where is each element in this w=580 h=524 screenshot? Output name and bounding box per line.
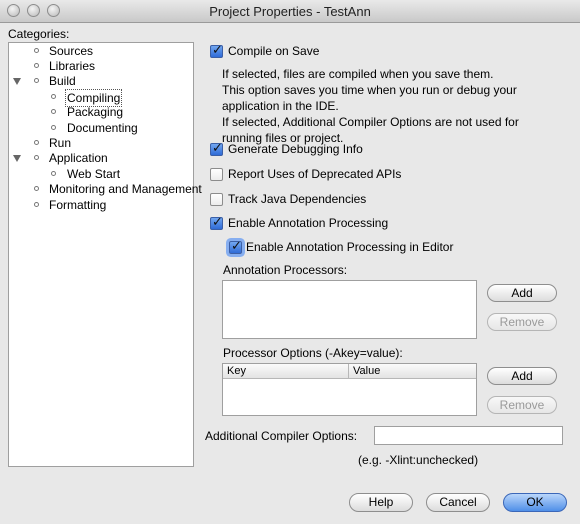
tree-item-label: Web Start — [67, 167, 121, 181]
tree-item-label: Sources — [49, 44, 94, 58]
tree-node-icon — [34, 140, 39, 145]
description-line: This option saves you time when you run … — [222, 83, 517, 97]
tree-item-build[interactable]: Build — [9, 73, 193, 89]
enable-annotation-processing-in-editor-checkbox[interactable]: ✓ — [229, 238, 242, 254]
description-line: If selected, Additional Compiler Options… — [222, 115, 519, 129]
compile-on-save-checkbox[interactable]: ✓ — [210, 42, 223, 58]
enable-annotation-processing-in-editor-label: Enable Annotation Processing in Editor — [246, 240, 454, 254]
report-deprecated-apis-label: Report Uses of Deprecated APIs — [228, 167, 402, 181]
description-line: application in the IDE. — [222, 99, 339, 113]
help-button[interactable]: Help — [349, 493, 413, 512]
ok-button[interactable]: OK — [503, 493, 567, 512]
expand-triangle-icon[interactable] — [13, 78, 21, 85]
checkmark-icon: ✓ — [212, 140, 223, 155]
tree-item-application[interactable]: Application — [9, 150, 193, 166]
annotation-processors-add-button[interactable]: Add — [487, 284, 557, 302]
column-header-value[interactable]: Value — [349, 364, 476, 378]
column-header-key[interactable]: Key — [223, 364, 349, 378]
tree-item-label: Run — [49, 136, 72, 150]
tree-item-label: Packaging — [67, 105, 124, 119]
tree-node-icon — [34, 186, 39, 191]
tree-node-icon — [34, 63, 39, 68]
tree-item-label: Build — [49, 74, 76, 88]
compile-on-save-description: If selected, files are compiled when you… — [222, 66, 552, 146]
tree-item-label: Monitoring and Management — [49, 182, 202, 196]
tree-node-icon — [34, 78, 39, 83]
checkmark-icon: ✓ — [231, 238, 242, 253]
tree-item-run[interactable]: Run — [9, 135, 193, 151]
categories-tree[interactable]: Sources Libraries Build Compiling Packag… — [8, 42, 202, 467]
table-header: Key Value — [223, 364, 476, 379]
processor-options-label: Processor Options (-Akey=value): — [223, 346, 403, 360]
processor-options-remove-button[interactable]: Remove — [487, 396, 557, 414]
tree-node-icon — [34, 48, 39, 53]
cancel-button[interactable]: Cancel — [426, 493, 490, 512]
title-bar: Project Properties - TestAnn — [0, 0, 580, 23]
processor-options-table[interactable]: Key Value — [222, 363, 477, 416]
additional-compiler-options-label: Additional Compiler Options: — [205, 429, 358, 443]
project-properties-dialog: Project Properties - TestAnn Categories:… — [0, 0, 580, 524]
processor-options-add-button[interactable]: Add — [487, 367, 557, 385]
tree-item-web-start[interactable]: Web Start — [9, 166, 193, 182]
track-java-dependencies-label: Track Java Dependencies — [228, 192, 367, 206]
tree-item-sources[interactable]: Sources — [9, 43, 193, 59]
annotation-processors-list[interactable] — [222, 280, 477, 339]
tree-item-label: Libraries — [49, 59, 96, 73]
tree-item-label: Application — [49, 151, 108, 165]
compile-on-save-label: Compile on Save — [228, 44, 320, 58]
enable-annotation-processing-checkbox[interactable]: ✓ — [210, 214, 223, 230]
window-title: Project Properties - TestAnn — [209, 4, 371, 19]
tree-node-icon — [51, 109, 56, 114]
annotation-processors-remove-button[interactable]: Remove — [487, 313, 557, 331]
track-java-dependencies-checkbox[interactable] — [210, 193, 223, 206]
generate-debugging-info-label: Generate Debugging Info — [228, 142, 363, 156]
annotation-processors-label: Annotation Processors: — [223, 263, 348, 277]
tree-item-label: Documenting — [67, 121, 138, 135]
checkmark-icon: ✓ — [212, 214, 223, 229]
tree-item-libraries[interactable]: Libraries — [9, 58, 193, 74]
additional-compiler-options-hint: (e.g. -Xlint:unchecked) — [358, 453, 479, 467]
tree-item-monitoring-and-management[interactable]: Monitoring and Management — [9, 181, 202, 197]
description-line: If selected, files are compiled when you… — [222, 67, 494, 81]
additional-compiler-options-input[interactable] — [374, 426, 563, 445]
tree-node-icon — [51, 171, 56, 176]
tree-item-label: Formatting — [49, 198, 107, 212]
tree-item-compiling[interactable]: Compiling — [9, 89, 193, 107]
expand-triangle-icon[interactable] — [13, 155, 21, 162]
tree-node-icon — [51, 94, 56, 99]
tree-node-icon — [34, 202, 39, 207]
tree-item-packaging[interactable]: Packaging — [9, 104, 193, 120]
tree-item-formatting[interactable]: Formatting — [9, 197, 193, 213]
report-deprecated-apis-checkbox[interactable] — [210, 168, 223, 181]
generate-debugging-info-checkbox[interactable]: ✓ — [210, 140, 223, 156]
enable-annotation-processing-label: Enable Annotation Processing — [228, 216, 389, 230]
tree-item-documenting[interactable]: Documenting — [9, 120, 193, 136]
tree-node-icon — [51, 125, 56, 130]
checkmark-icon: ✓ — [212, 42, 223, 57]
categories-label: Categories: — [8, 27, 70, 41]
tree-node-icon — [34, 155, 39, 160]
